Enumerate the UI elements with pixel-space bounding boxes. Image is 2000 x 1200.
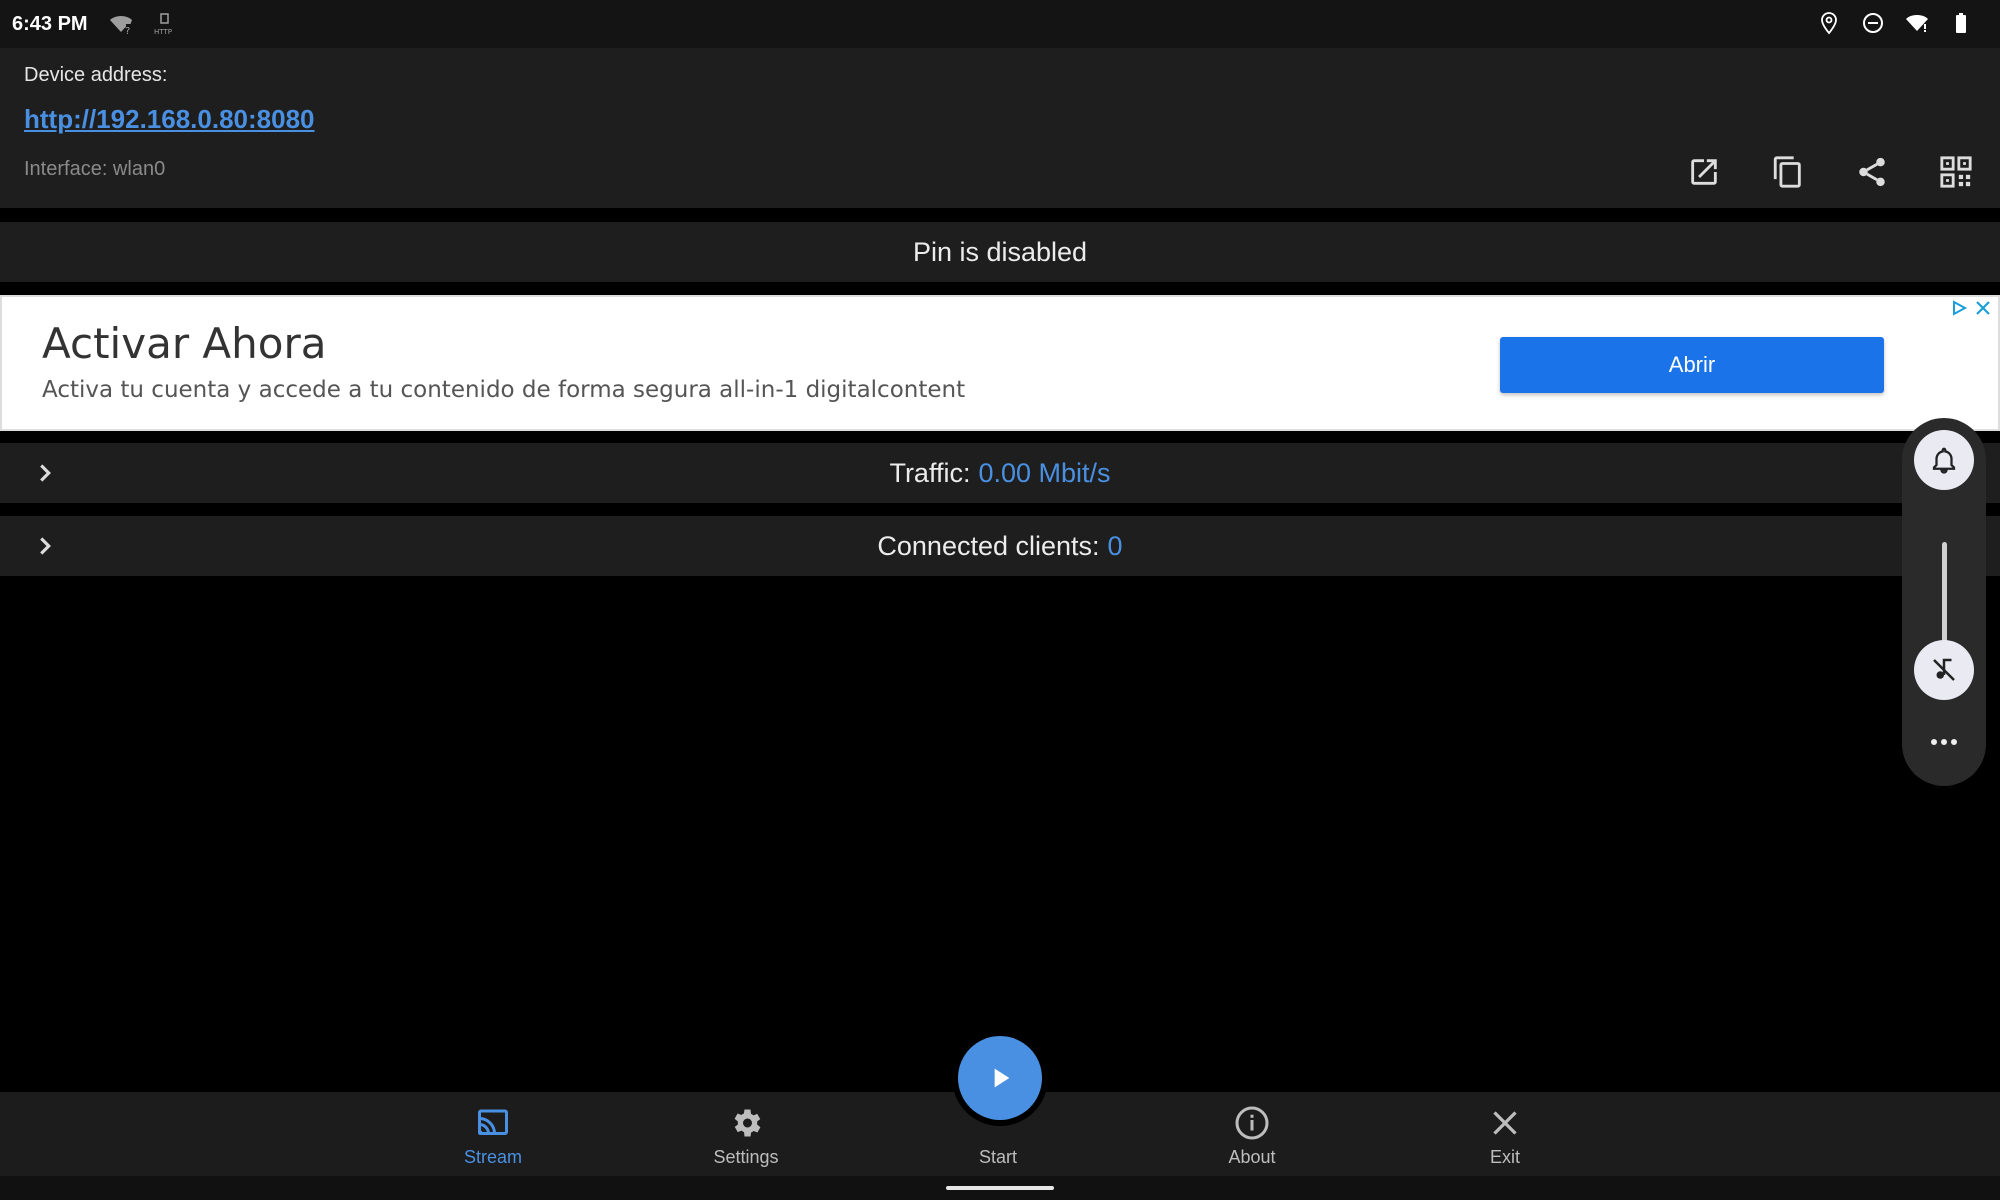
battery-icon	[1946, 8, 1976, 38]
chevron-right-icon	[40, 537, 51, 555]
nav-settings-label: Settings	[713, 1147, 779, 1167]
device-url-link[interactable]: http://192.168.0.80:8080	[24, 104, 315, 135]
info-icon	[1235, 1106, 1269, 1140]
media-mute-button[interactable]	[1914, 640, 1974, 700]
pin-status-text: Pin is disabled	[912, 236, 1088, 267]
music-off-icon	[1933, 658, 1955, 681]
connected-clients-row[interactable]: Connected clients: 0	[0, 516, 2000, 576]
traffic-label: Traffic:	[889, 457, 971, 488]
qr-code-icon	[1940, 156, 1972, 188]
status-bar: 6:43 PM ? HTTP	[0, 0, 2000, 48]
more-options-icon[interactable]	[1924, 732, 1964, 752]
play-icon	[994, 1068, 1010, 1088]
bell-icon	[1932, 447, 1956, 474]
close-icon	[1493, 1111, 1517, 1135]
location-icon	[1814, 8, 1844, 38]
nav-stream[interactable]: Stream	[423, 1092, 563, 1176]
gear-icon	[734, 1109, 761, 1137]
nav-start-label: Start	[978, 1147, 1017, 1167]
svg-text:HTTP: HTTP	[154, 28, 172, 36]
start-stream-button[interactable]	[958, 1036, 1042, 1120]
copy-button[interactable]	[1764, 148, 1812, 196]
adchoices-icon[interactable]	[1950, 299, 1968, 317]
copy-icon	[1773, 156, 1801, 188]
nav-exit[interactable]: Exit	[1435, 1092, 1575, 1176]
ad-banner[interactable]: Activar Ahora Activa tu cuenta y accede …	[0, 295, 2000, 431]
status-time: 6:43 PM	[12, 12, 88, 35]
nav-exit-label: Exit	[1489, 1147, 1520, 1167]
clients-value: 0	[1107, 530, 1123, 561]
wifi-question-icon: ?	[106, 9, 136, 39]
svg-text:?: ?	[125, 26, 130, 36]
nav-about[interactable]: About	[1182, 1092, 1322, 1176]
ad-close-icon[interactable]	[1974, 299, 1992, 317]
open-in-browser-button[interactable]	[1680, 148, 1728, 196]
volume-slider[interactable]	[1942, 542, 1947, 642]
traffic-row[interactable]: Traffic: 0.00 Mbit/s	[0, 443, 2000, 503]
home-indicator[interactable]	[946, 1186, 1054, 1190]
ad-description: Activa tu cuenta y accede a tu contenido…	[42, 377, 966, 403]
cast-icon	[478, 1109, 508, 1135]
share-button[interactable]	[1848, 148, 1896, 196]
wifi-icon	[1902, 8, 1932, 38]
device-address-card: Device address: http://192.168.0.80:8080…	[0, 48, 2000, 208]
qr-code-button[interactable]	[1932, 148, 1980, 196]
traffic-value: 0.00 Mbit/s	[978, 457, 1111, 488]
ad-open-button[interactable]: Abrir	[1500, 337, 1884, 393]
open-in-browser-icon	[1691, 159, 1717, 185]
ad-title: Activar Ahora	[42, 319, 327, 368]
chevron-right-icon	[40, 464, 51, 482]
ring-mode-button[interactable]	[1914, 430, 1974, 490]
nav-about-label: About	[1228, 1147, 1276, 1167]
pin-status-bar: Pin is disabled	[0, 222, 2000, 282]
interface-label: Interface: wlan0	[24, 158, 166, 180]
share-icon	[1859, 157, 1885, 187]
clients-label: Connected clients:	[877, 530, 1100, 561]
http-server-icon: HTTP	[150, 9, 180, 39]
nav-stream-label: Stream	[463, 1147, 523, 1167]
floating-volume-panel	[1902, 418, 1986, 786]
do-not-disturb-icon	[1858, 8, 1888, 38]
nav-settings[interactable]: Settings	[676, 1092, 816, 1176]
device-address-label: Device address:	[24, 64, 168, 86]
